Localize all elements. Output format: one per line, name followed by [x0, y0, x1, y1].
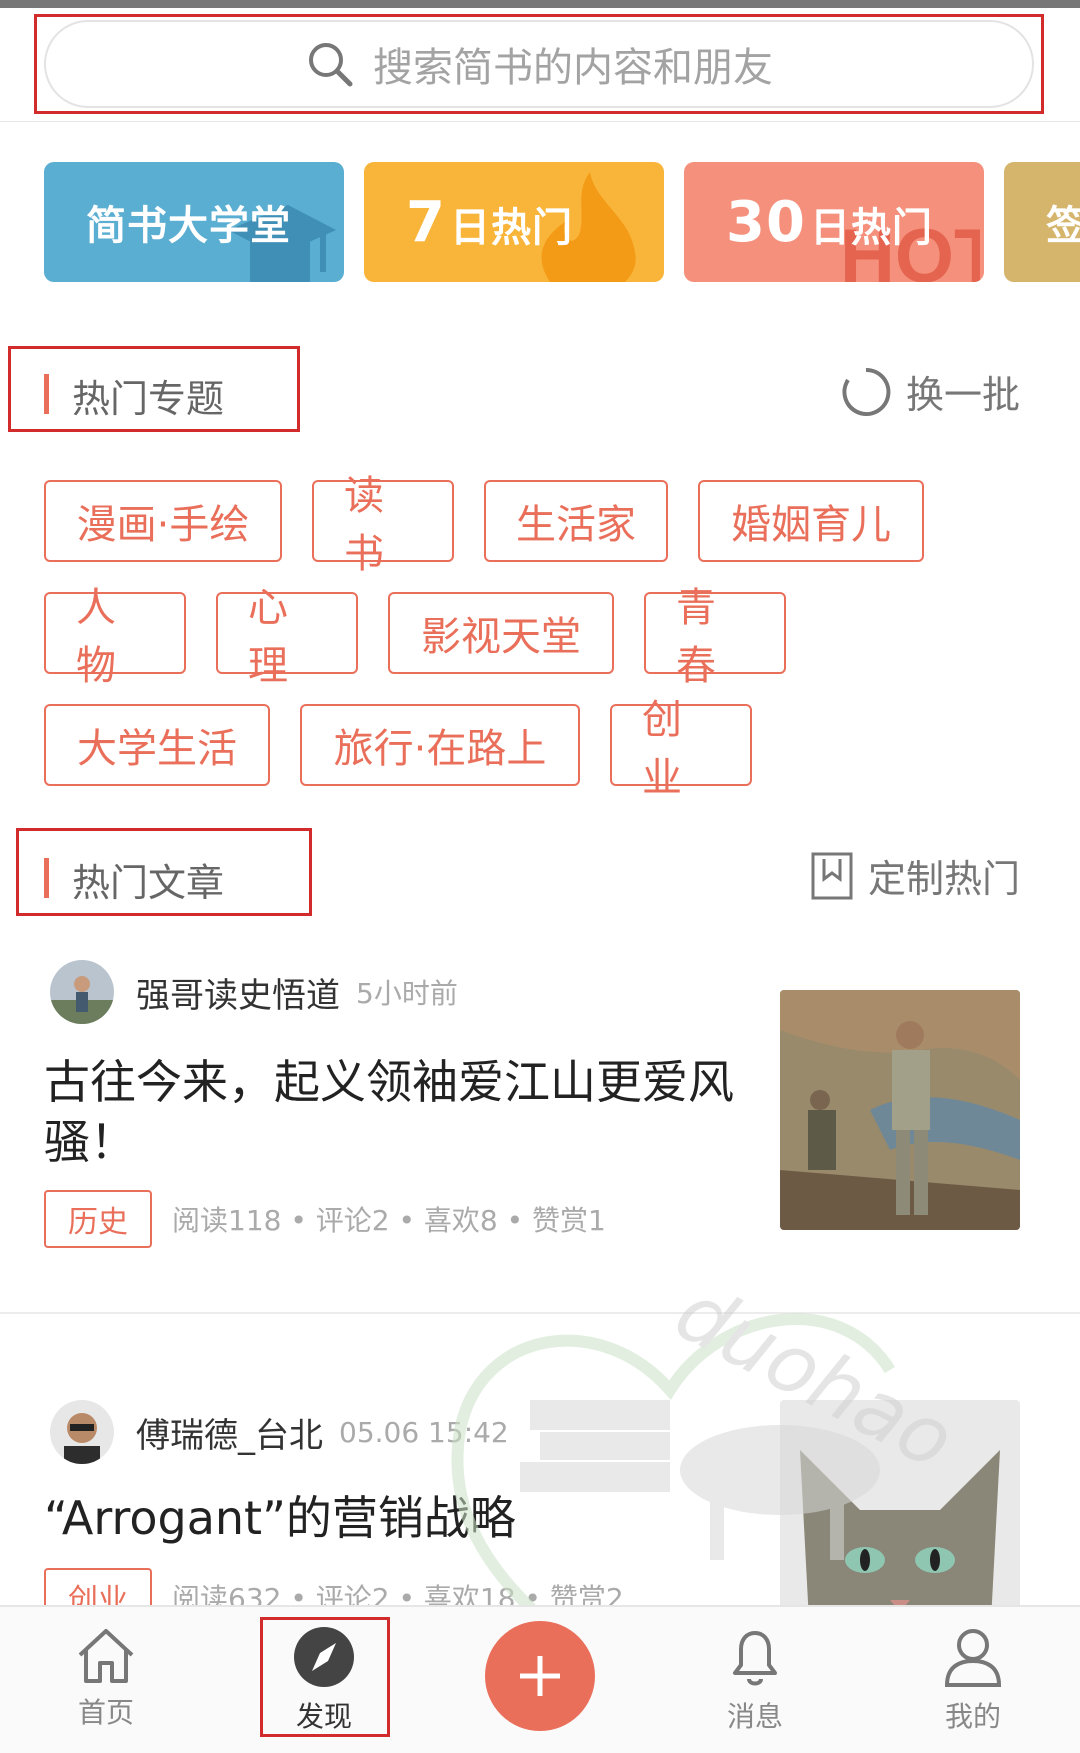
card-7day-label: 日热门 — [449, 204, 573, 251]
topic-tag[interactable]: 影视天堂 — [388, 592, 614, 674]
topic-tag[interactable]: 创业 — [610, 697, 752, 801]
card-university-label: 简书大学堂 — [86, 203, 291, 249]
tag-row: 大学生活 旅行·在路上 创业 — [44, 697, 1044, 801]
author-row: 强哥读史悟道 5小时前 — [50, 960, 458, 1024]
card-7day-number: 7 — [406, 189, 446, 255]
tag-row: 漫画·手绘 读书 生活家 婚姻育儿 — [44, 473, 1044, 577]
nav-messages[interactable]: 消息 — [675, 1607, 835, 1747]
customize-hot-button[interactable]: 定制热门 — [810, 848, 1020, 903]
article-divider — [0, 1312, 1080, 1314]
card-30day-number: 30 — [726, 189, 806, 255]
search-area: 搜索简书的内容和朋友 — [0, 8, 1080, 122]
annotation-box-hot-topics — [8, 346, 300, 432]
annotation-box-search — [34, 14, 1044, 114]
avatar[interactable] — [50, 1400, 114, 1464]
topic-tag[interactable]: 旅行·在路上 — [300, 704, 580, 786]
author-name[interactable]: 强哥读史悟道 — [136, 968, 340, 1017]
refresh-label: 换一批 — [905, 373, 1020, 417]
bell-icon — [733, 1631, 777, 1686]
nav-messages-label: 消息 — [726, 1700, 783, 1733]
article-card[interactable]: 傅瑞德_台北 05.06 15:42 “Arrogant”的营销战略 创业 阅读… — [0, 1400, 1080, 1605]
article-title[interactable]: 古往今来，起义领袖爱江山更爱风骚！ — [44, 1052, 734, 1172]
customize-hot-label: 定制热门 — [867, 857, 1020, 901]
card-sign[interactable]: 签 — [1004, 162, 1080, 282]
post-time: 05.06 15:42 — [339, 1415, 509, 1449]
article-meta: 创业 阅读632 • 评论2 • 喜欢18 • 赞赏2 — [44, 1568, 624, 1605]
annotation-box-hot-articles — [16, 828, 312, 916]
category-tag[interactable]: 创业 — [44, 1568, 152, 1605]
nav-home-label: 首页 — [77, 1696, 134, 1729]
nav-home[interactable]: 首页 — [26, 1607, 186, 1747]
article-thumbnail[interactable] — [780, 1400, 1020, 1605]
nav-me[interactable]: 我的 — [893, 1607, 1053, 1747]
topic-tag[interactable]: 婚姻育儿 — [698, 480, 924, 562]
refresh-button[interactable]: 换一批 — [840, 364, 1020, 419]
article-title[interactable]: “Arrogant”的营销战略 — [44, 1488, 734, 1548]
plus-icon — [520, 1656, 560, 1696]
nav-me-label: 我的 — [944, 1700, 1001, 1733]
article-stats: 阅读632 • 评论2 • 喜欢18 • 赞赏2 — [172, 1582, 624, 1605]
topic-tag[interactable]: 漫画·手绘 — [44, 480, 282, 562]
author-row: 傅瑞德_台北 05.06 15:42 — [50, 1400, 509, 1464]
quick-cards: 简书大学堂 7 日热门 30 日热门 HOT 签 — [0, 160, 1080, 286]
user-icon — [944, 1629, 1002, 1687]
article-meta: 历史 阅读118 • 评论2 • 喜欢8 • 赞赏1 — [44, 1190, 606, 1248]
topic-tag[interactable]: 读书 — [312, 473, 454, 577]
category-tag[interactable]: 历史 — [44, 1190, 152, 1248]
card-sign-label: 签 — [1046, 203, 1080, 249]
bottom-nav: 首页 发现 消息 我的 — [0, 1605, 1080, 1753]
bookmark-icon — [811, 852, 853, 899]
annotation-box-discover — [260, 1617, 390, 1737]
avatar[interactable] — [50, 960, 114, 1024]
card-30day-hot[interactable]: 30 日热门 HOT — [684, 162, 984, 282]
app-root: 搜索简书的内容和朋友 简书大学堂 7 日热门 30 日热门 HOT 签 热门专题… — [0, 0, 1080, 1753]
card-university[interactable]: 简书大学堂 — [44, 162, 344, 282]
add-post-button[interactable] — [485, 1621, 595, 1731]
home-icon — [78, 1629, 134, 1683]
card-7day-hot[interactable]: 7 日热门 — [364, 162, 664, 282]
author-name[interactable]: 傅瑞德_台北 — [136, 1408, 323, 1457]
article-card[interactable]: 强哥读史悟道 5小时前 古往今来，起义领袖爱江山更爱风骚！ 历史 阅读118 •… — [0, 960, 1080, 1310]
topic-tag[interactable]: 生活家 — [484, 480, 668, 562]
topic-tags: 漫画·手绘 读书 生活家 婚姻育儿 人物 心理 影视天堂 青春 大学生活 旅行·… — [44, 473, 1044, 816]
status-bar — [0, 0, 1080, 8]
refresh-icon — [842, 367, 891, 416]
topic-tag[interactable]: 心理 — [216, 585, 358, 689]
article-thumbnail[interactable] — [780, 990, 1020, 1230]
tag-row: 人物 心理 影视天堂 青春 — [44, 585, 1044, 689]
card-30day-label: 日热门 — [809, 204, 933, 251]
post-time: 5小时前 — [356, 977, 458, 1010]
topic-tag[interactable]: 人物 — [44, 585, 186, 689]
topic-tag[interactable]: 大学生活 — [44, 704, 270, 786]
article-stats: 阅读118 • 评论2 • 喜欢8 • 赞赏1 — [172, 1204, 606, 1237]
topic-tag[interactable]: 青春 — [644, 585, 786, 689]
